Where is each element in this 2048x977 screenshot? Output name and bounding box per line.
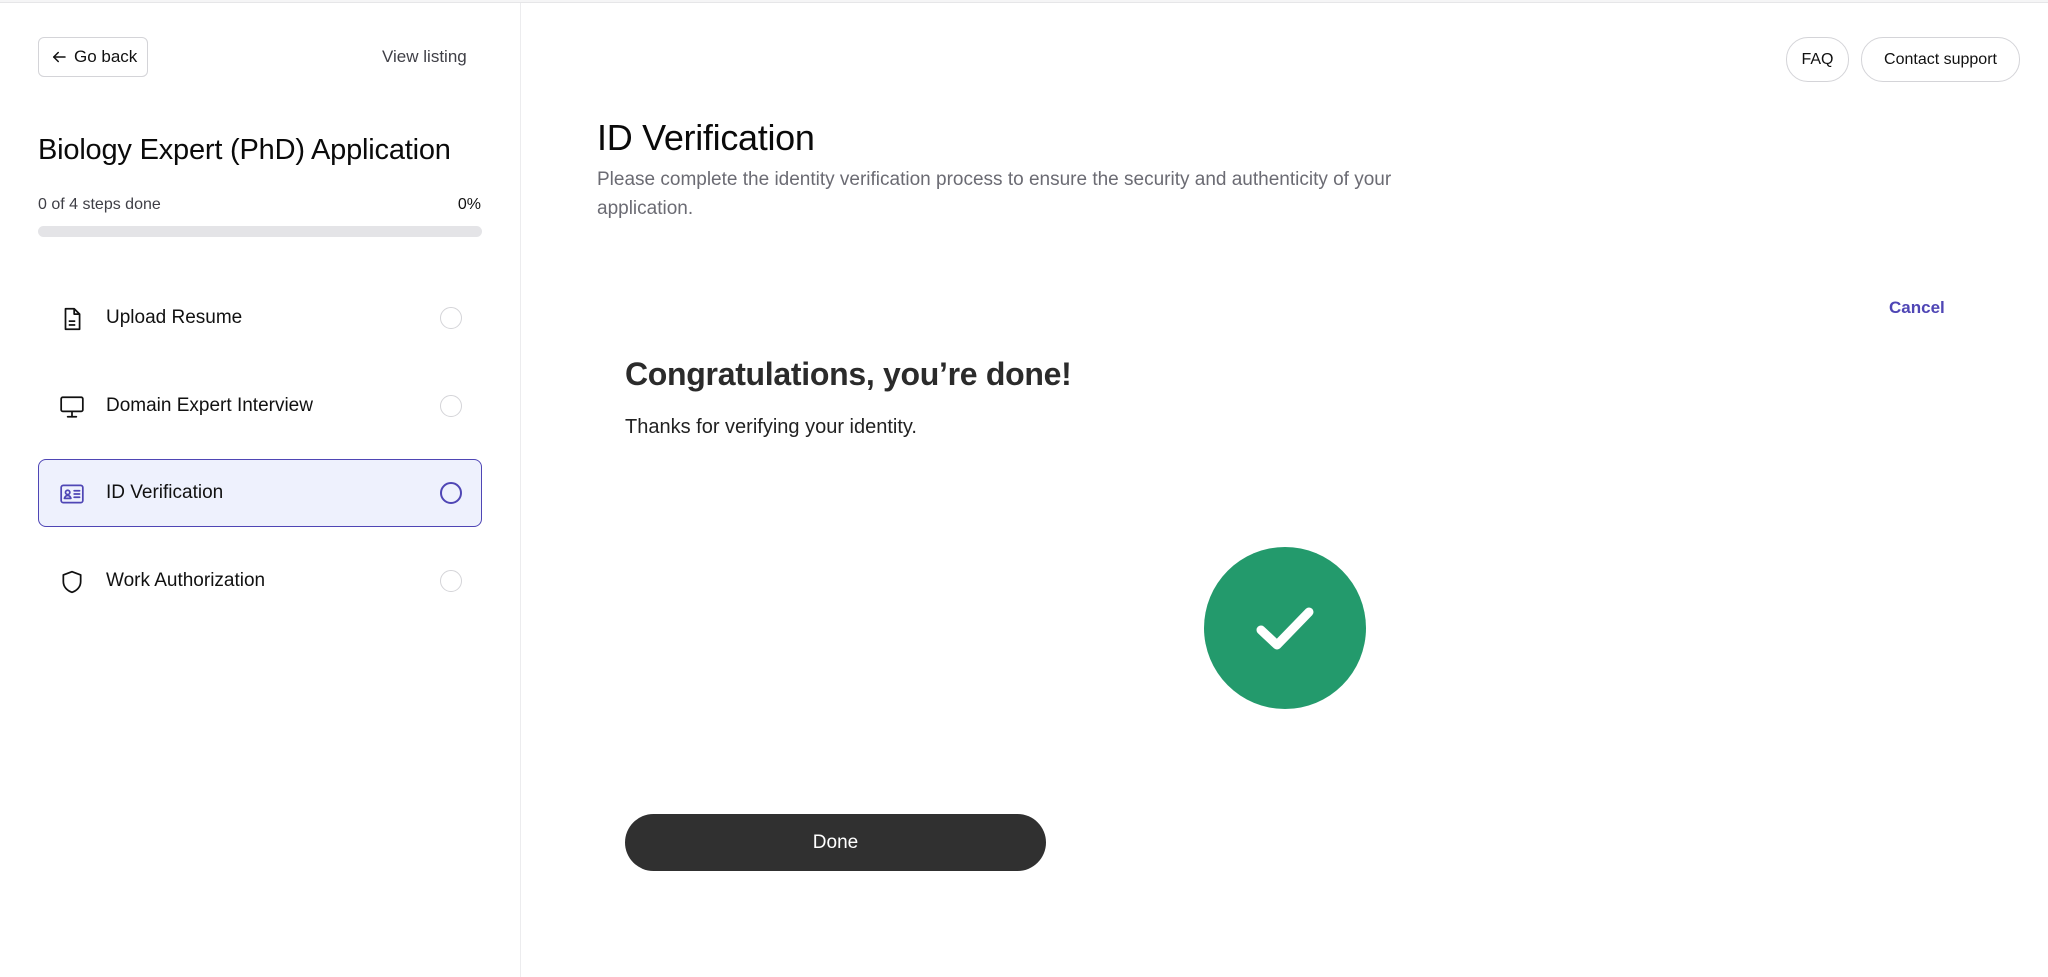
sidebar: Go back View listing Biology Expert (PhD… xyxy=(0,3,521,977)
step-label: Domain Expert Interview xyxy=(106,395,313,416)
step-work-authorization[interactable]: Work Authorization xyxy=(38,547,482,615)
faq-button[interactable]: FAQ xyxy=(1786,37,1849,82)
step-status-radio xyxy=(440,307,462,329)
step-status-radio xyxy=(440,482,462,504)
application-title: Biology Expert (PhD) Application xyxy=(38,134,451,166)
step-status-radio xyxy=(440,395,462,417)
steps-progress-text: 0 of 4 steps done xyxy=(38,196,161,213)
go-back-button[interactable]: Go back xyxy=(38,37,148,77)
go-back-label: Go back xyxy=(74,47,138,66)
step-domain-expert-interview[interactable]: Domain Expert Interview xyxy=(38,372,482,440)
step-label: Upload Resume xyxy=(106,307,243,328)
view-listing-link[interactable]: View listing xyxy=(382,47,467,67)
page-title: ID Verification xyxy=(597,117,815,158)
step-upload-resume[interactable]: Upload Resume xyxy=(38,284,482,352)
shield-icon xyxy=(62,570,82,594)
contact-support-button[interactable]: Contact support xyxy=(1861,37,2020,82)
arrow-left-icon xyxy=(53,51,66,63)
progress-bar xyxy=(38,226,482,237)
cancel-link[interactable]: Cancel xyxy=(1889,298,1945,318)
success-message: Thanks for verifying your identity. xyxy=(625,416,917,438)
checkmark-icon xyxy=(1256,607,1314,650)
document-icon xyxy=(64,307,81,331)
page-description: Please complete the identity verificatio… xyxy=(597,169,1392,219)
step-status-radio xyxy=(440,570,462,592)
monitor-icon xyxy=(60,396,84,418)
success-heading: Congratulations, you’re done! xyxy=(625,356,1072,392)
done-button[interactable]: Done xyxy=(625,814,1046,871)
step-label: Work Authorization xyxy=(106,570,266,591)
id-card-icon xyxy=(60,484,84,504)
success-badge xyxy=(1204,547,1366,709)
step-label: ID Verification xyxy=(106,482,224,503)
steps-progress-percent: 0% xyxy=(457,196,481,213)
step-id-verification[interactable]: ID Verification xyxy=(38,459,482,527)
